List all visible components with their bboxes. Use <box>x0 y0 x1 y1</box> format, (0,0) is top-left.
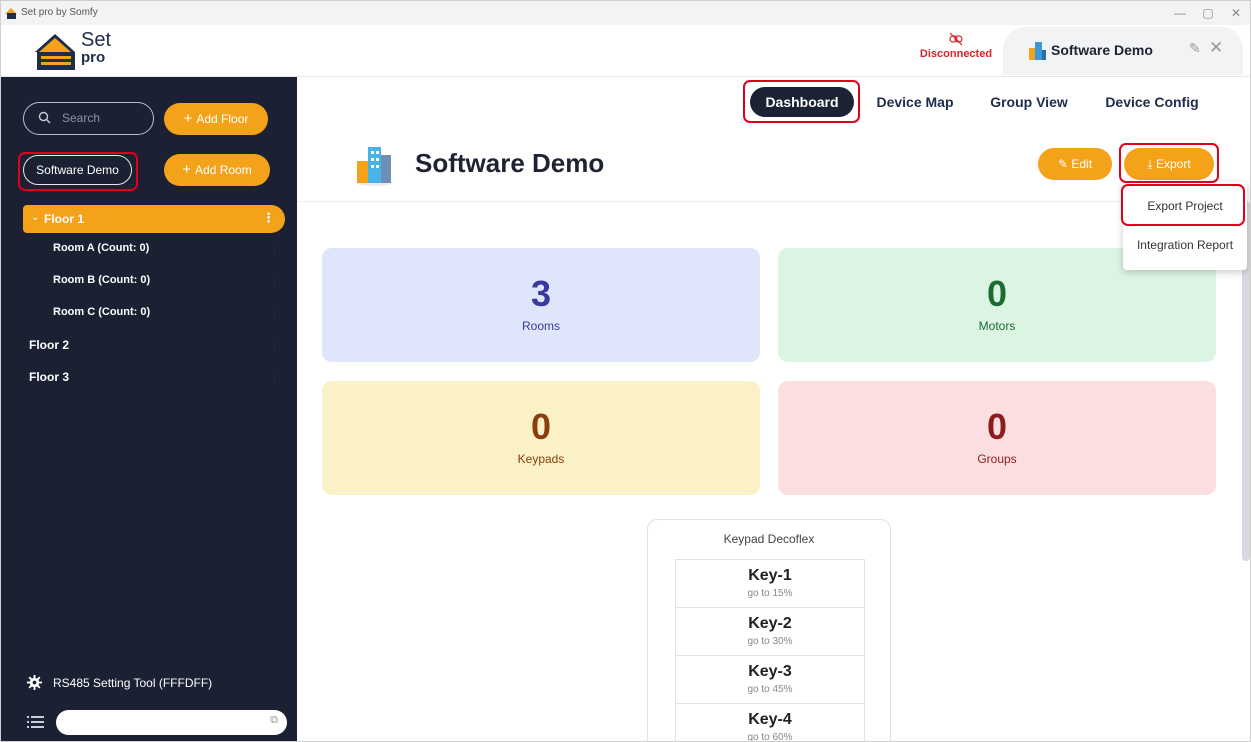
more-options-icon[interactable]: ⋮ <box>269 242 280 255</box>
add-room-label: Add Room <box>195 163 252 177</box>
project-tab-label: Software Demo <box>1051 42 1153 58</box>
keypad-key[interactable]: Key-2 go to 30% <box>676 608 864 656</box>
keypad-key[interactable]: Key-3 go to 45% <box>676 656 864 704</box>
rooms-count: 3 <box>530 273 552 314</box>
window-title: Set pro by Somfy <box>21 7 98 18</box>
more-options-icon[interactable]: ⋮ <box>262 210 275 226</box>
header-divider <box>297 201 1242 202</box>
search-icon <box>38 111 51 124</box>
motors-label: Motors <box>978 319 1016 333</box>
key-action: go to 45% <box>747 684 793 695</box>
more-options-icon[interactable]: ⋮ <box>269 370 280 383</box>
building-icon <box>356 147 392 186</box>
add-floor-label: Add Floor <box>196 112 249 126</box>
stat-card-rooms[interactable]: 3 Rooms <box>322 248 760 362</box>
search-input[interactable] <box>62 111 150 125</box>
motors-count: 0 <box>986 273 1008 314</box>
app-icon <box>5 8 17 19</box>
key-name: Key-3 <box>748 663 792 680</box>
key-name: Key-1 <box>748 567 792 584</box>
floor-label: Floor 1 <box>44 212 85 226</box>
sidebar: +Add Floor Software Demo +Add Room ⌄ Flo… <box>1 77 297 741</box>
disconnected-label: Disconnected <box>919 48 993 60</box>
plus-icon: + <box>182 161 192 178</box>
export-dropdown: Export Project Integration Report <box>1123 182 1247 270</box>
keypads-count: 0 <box>530 406 552 447</box>
close-button[interactable]: ✕ <box>1222 4 1250 22</box>
more-options-icon[interactable]: ⋮ <box>269 338 280 351</box>
menu-item-export-project[interactable]: Export Project <box>1123 186 1247 226</box>
maximize-button[interactable]: ▢ <box>1194 4 1222 22</box>
more-options-icon[interactable]: ⋮ <box>269 274 280 287</box>
page-title: Software Demo <box>415 148 605 178</box>
search-box[interactable] <box>23 102 154 135</box>
room-item-b[interactable]: Room B (Count: 0) <box>53 274 150 286</box>
logo-pro-text: pro <box>81 49 106 66</box>
keypad-card[interactable]: Keypad Decoflex Key-1 go to 15% Key-2 go… <box>647 519 891 742</box>
export-label: Export <box>1155 157 1191 171</box>
keypad-key[interactable]: Key-1 go to 15% <box>676 560 864 608</box>
edit-label: Edit <box>1071 157 1093 171</box>
app-window: Set pro by Somfy — ▢ ✕ Set pro Disconnec… <box>0 0 1251 742</box>
tab-group-view[interactable]: Group View <box>977 87 1081 117</box>
stat-card-keypads[interactable]: 0 Keypads <box>322 381 760 495</box>
building-icon <box>1029 42 1046 60</box>
key-action: go to 60% <box>747 732 793 742</box>
download-icon: ⤓ <box>1147 157 1156 171</box>
edit-icon: ✎ <box>1057 157 1072 171</box>
room-item-c[interactable]: Room C (Count: 0) <box>53 306 150 318</box>
open-external-icon[interactable]: ⧉ <box>270 714 278 727</box>
more-options-icon[interactable]: ⋮ <box>269 306 280 319</box>
connection-status[interactable]: Disconnected <box>914 33 998 60</box>
keypad-key-list: Key-1 go to 15% Key-2 go to 30% Key-3 go… <box>675 559 865 742</box>
app-header: Set pro Disconnected Software Demo ✎ ✕ <box>1 25 1250 77</box>
chevron-down-icon: ⌄ <box>31 212 40 223</box>
minimize-button[interactable]: — <box>1166 4 1194 22</box>
list-icon[interactable] <box>27 714 44 730</box>
close-tab-icon[interactable]: ✕ <box>1209 38 1223 58</box>
project-chip[interactable]: Software Demo <box>23 155 132 185</box>
groups-label: Groups <box>977 452 1017 466</box>
link-off-icon <box>949 33 963 45</box>
tab-device-config[interactable]: Device Config <box>1091 87 1213 117</box>
add-floor-button[interactable]: + Add Floor <box>164 103 268 135</box>
key-action: go to 30% <box>747 636 793 647</box>
rooms-label: Rooms <box>521 319 560 333</box>
floor-item-2[interactable]: Floor 2 <box>29 338 69 352</box>
key-name: Key-2 <box>748 615 792 632</box>
stat-card-groups[interactable]: 0 Groups <box>778 381 1216 495</box>
gear-icon <box>27 675 42 690</box>
floor-item-1[interactable]: ⌄ Floor 1 ⋮ <box>23 205 285 233</box>
key-action: go to 15% <box>747 588 793 599</box>
room-item-a[interactable]: Room A (Count: 0) <box>53 242 149 254</box>
add-room-button[interactable]: + Add Room <box>164 154 270 186</box>
menu-item-integration-report[interactable]: Integration Report <box>1123 225 1247 265</box>
bottom-input-field[interactable]: ⧉ <box>56 710 287 735</box>
rs485-label: RS485 Setting Tool (FFFDFF) <box>53 676 213 690</box>
keypads-label: Keypads <box>517 452 565 466</box>
floor-item-3[interactable]: Floor 3 <box>29 370 69 384</box>
tab-device-map[interactable]: Device Map <box>863 87 967 117</box>
plus-icon: + <box>183 110 193 127</box>
keypad-key[interactable]: Key-4 go to 60% <box>676 704 864 742</box>
edit-button[interactable]: ✎ Edit <box>1038 148 1112 180</box>
export-button[interactable]: ⤓ Export <box>1124 148 1214 180</box>
key-name: Key-4 <box>748 711 792 728</box>
keypad-title: Keypad Decoflex <box>723 532 815 546</box>
title-bar: Set pro by Somfy — ▢ ✕ <box>1 1 1250 25</box>
groups-count: 0 <box>986 406 1008 447</box>
edit-icon[interactable]: ✎ <box>1189 40 1201 57</box>
project-tab[interactable]: Software Demo ✎ ✕ <box>1003 27 1243 75</box>
tab-dashboard[interactable]: Dashboard <box>750 87 854 117</box>
